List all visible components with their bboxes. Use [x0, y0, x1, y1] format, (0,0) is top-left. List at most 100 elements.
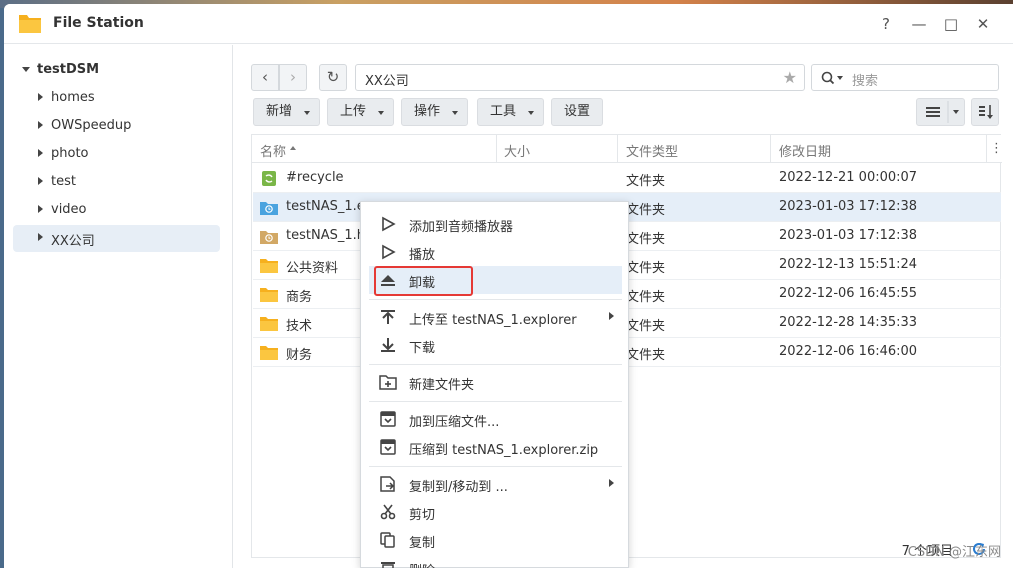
folder-icon [260, 259, 278, 273]
new-button-label: 新增 [266, 104, 293, 119]
column-name[interactable]: 名称 [260, 141, 286, 160]
chevron-right-icon[interactable] [38, 149, 43, 157]
menu-item-label: 复制 [409, 536, 436, 551]
column-type[interactable]: 文件类型 [626, 141, 678, 160]
column-modified[interactable]: 修改日期 [779, 141, 831, 160]
file-name: testNAS_1.h [286, 228, 365, 243]
chevron-right-icon[interactable] [38, 121, 43, 129]
help-button[interactable]: ? [876, 14, 896, 34]
file-date: 2023-01-03 17:12:38 [779, 199, 918, 214]
menu-item-label: 下载 [409, 341, 436, 356]
sidebar-item-label: video [51, 202, 87, 217]
sidebar-item-owspeedup[interactable]: OWSpeedup [13, 113, 220, 140]
submenu-arrow-icon [609, 479, 614, 487]
chevron-down-icon[interactable] [22, 67, 30, 72]
chevron-right-icon[interactable] [38, 93, 43, 101]
file-type: 文件夹 [626, 174, 666, 189]
title-bar: File Station ? — □ ✕ [4, 4, 1013, 44]
menu-item-label: 加到压缩文件... [409, 415, 500, 430]
refresh-button[interactable]: ↻ [319, 64, 347, 91]
sidebar-item-xx-company[interactable]: XX公司 [13, 225, 220, 252]
recycle-icon [262, 171, 276, 186]
file-date: 2023-01-03 17:12:38 [779, 228, 918, 243]
new-folder-icon [379, 375, 397, 390]
path-bar[interactable]: XX公司 ★ [355, 64, 805, 91]
maximize-button[interactable]: □ [941, 14, 961, 34]
menu-item-add-to-audio-player[interactable]: 添加到音频播放器 [369, 210, 622, 238]
file-name: #recycle [286, 170, 344, 185]
back-button[interactable]: ‹ [251, 64, 279, 91]
search-icon[interactable] [821, 71, 845, 85]
upload-button[interactable]: 上传 [327, 98, 394, 126]
file-date: 2022-12-28 14:35:33 [779, 315, 918, 330]
menu-item-compress-to[interactable]: 压缩到 testNAS_1.explorer.zip [369, 433, 622, 461]
action-button-label: 操作 [414, 104, 441, 119]
search-input[interactable]: 搜索 [811, 64, 999, 91]
search-placeholder: 搜索 [852, 74, 879, 89]
scissors-icon [380, 504, 396, 520]
menu-item-delete[interactable]: 删除 [369, 554, 622, 568]
chevron-right-icon[interactable] [38, 177, 43, 185]
file-name: 公共资料 [286, 261, 339, 276]
copy-icon [380, 532, 395, 548]
column-divider [617, 135, 618, 163]
file-type: 文件夹 [626, 319, 666, 334]
menu-item-add-to-archive[interactable]: 加到压缩文件... [369, 405, 622, 433]
menu-item-cut[interactable]: 剪切 [369, 498, 622, 526]
sidebar-item-label: homes [51, 90, 95, 105]
menu-item-label: 添加到音频播放器 [409, 220, 514, 235]
forward-button[interactable]: › [279, 64, 307, 91]
sidebar-item-video[interactable]: video [13, 197, 220, 224]
tools-button[interactable]: 工具 [477, 98, 544, 126]
chevron-right-icon[interactable] [38, 233, 43, 241]
favorite-star-icon[interactable]: ★ [783, 68, 797, 87]
view-mode-button[interactable] [916, 98, 965, 126]
menu-item-label: 剪切 [409, 508, 436, 523]
menu-item-download[interactable]: 下载 [369, 331, 622, 359]
sidebar-item-label: photo [51, 146, 89, 161]
file-date: 2022-12-21 00:00:07 [779, 170, 918, 185]
file-type: 文件夹 [626, 348, 666, 363]
sort-button[interactable] [971, 98, 999, 126]
tree-root-testdsm[interactable]: testDSM [37, 62, 99, 77]
annotation-highlight-box [374, 266, 473, 296]
menu-divider [369, 401, 622, 402]
file-date: 2022-12-13 15:51:24 [779, 257, 918, 272]
settings-button[interactable]: 设置 [551, 98, 603, 126]
submenu-arrow-icon [609, 312, 614, 320]
minimize-button[interactable]: — [909, 14, 929, 34]
table-row[interactable]: #recycle 文件夹 2022-12-21 00:00:07 [253, 164, 1001, 193]
file-name: testNAS_1.e [286, 199, 365, 214]
column-divider [986, 135, 987, 163]
explorer-folder-icon [260, 202, 278, 215]
window-title: File Station [53, 15, 144, 31]
menu-item-copy-move-to[interactable]: 复制到/移动到 ... [369, 470, 622, 498]
menu-item-new-folder[interactable]: 新建文件夹 [369, 368, 622, 396]
file-type: 文件夹 [626, 290, 666, 305]
action-button[interactable]: 操作 [401, 98, 468, 126]
folder-icon [260, 288, 278, 302]
settings-button-label: 设置 [564, 104, 591, 119]
timer-folder-icon [260, 231, 278, 244]
menu-item-copy[interactable]: 复制 [369, 526, 622, 554]
menu-item-play[interactable]: 播放 [369, 238, 622, 266]
sidebar-item-label: XX公司 [51, 234, 95, 249]
sidebar-item-homes[interactable]: homes [13, 85, 220, 112]
sidebar-item-photo[interactable]: photo [13, 141, 220, 168]
column-options-icon[interactable]: ⋮ [990, 141, 1003, 156]
copy-move-icon [380, 476, 395, 492]
sidebar-item-test[interactable]: test [13, 169, 220, 196]
menu-item-label: 压缩到 testNAS_1.explorer.zip [409, 443, 599, 458]
menu-item-upload-to[interactable]: 上传至 testNAS_1.explorer [369, 303, 622, 331]
sidebar-item-label: OWSpeedup [51, 118, 132, 133]
new-button[interactable]: 新增 [253, 98, 320, 126]
file-type: 文件夹 [626, 261, 666, 276]
upload-button-label: 上传 [340, 104, 367, 119]
close-button[interactable]: ✕ [973, 14, 993, 34]
chevron-right-icon[interactable] [38, 205, 43, 213]
column-size[interactable]: 大小 [504, 141, 530, 160]
folder-icon [260, 317, 278, 331]
file-type: 文件夹 [626, 232, 666, 247]
menu-item-label: 删除 [409, 560, 435, 568]
menu-item-label: 复制到/移动到 ... [409, 480, 508, 495]
